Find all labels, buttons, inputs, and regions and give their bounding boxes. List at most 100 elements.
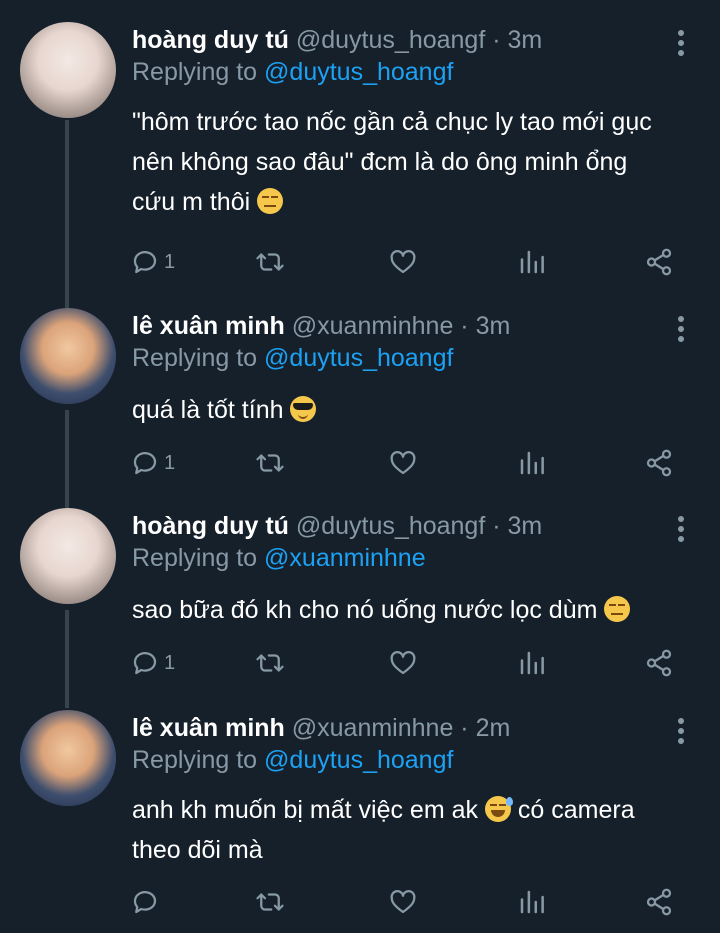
analytics-button[interactable] [517, 242, 547, 282]
replying-to: Replying to @duytus_hoangf [132, 342, 453, 374]
tweet-text-line: nên không sao đâu" đcm là do ông minh ổn… [132, 148, 628, 176]
tweet-header: hoàng duy tú @duytus_hoangf · 3m [132, 24, 542, 56]
reply-count: 1 [164, 451, 176, 474]
like-button[interactable] [388, 882, 418, 922]
tweet-actions: 1 [130, 443, 690, 483]
share-button[interactable] [644, 643, 674, 683]
tweet-text: anh kh muốn bị mất việc em ak có camera … [132, 790, 692, 870]
author-name[interactable]: lê xuân minh [132, 714, 285, 742]
share-button[interactable] [644, 242, 674, 282]
reply-button[interactable]: 1 [130, 443, 175, 483]
analytics-icon [520, 651, 544, 675]
retweet-button[interactable] [255, 882, 285, 922]
retweet-button[interactable] [255, 643, 285, 683]
retweet-button[interactable] [255, 443, 285, 483]
tweet-text-line: sao bữa đó kh cho nó uống nước lọc dùm [132, 596, 598, 624]
author-handle[interactable]: @duytus_hoangf [296, 26, 485, 54]
avatar[interactable] [20, 508, 116, 604]
timestamp[interactable]: 3m [508, 26, 543, 54]
reply-icon [133, 891, 157, 914]
tweet[interactable]: hoàng duy tú @duytus_hoangf · 3m Replyin… [0, 508, 720, 688]
reply-button[interactable] [130, 882, 164, 922]
mention-link[interactable]: @duytus_hoangf [264, 344, 453, 372]
sunglasses-emoji-icon [290, 396, 317, 422]
separator: · [485, 26, 508, 54]
reply-button[interactable]: 1 [130, 242, 175, 282]
tweet[interactable]: lê xuân minh @xuanminhne · 3m Replying t… [0, 308, 720, 488]
like-button[interactable] [388, 242, 418, 282]
replying-to: Replying to @xuanminhne [132, 542, 426, 574]
like-icon [390, 451, 416, 475]
tweet-actions: 1 [130, 242, 690, 282]
replying-to: Replying to @duytus_hoangf [132, 744, 453, 776]
more-icon[interactable] [672, 514, 690, 544]
replying-to-label: Replying to [132, 746, 265, 774]
like-button[interactable] [388, 443, 418, 483]
share-button[interactable] [644, 443, 674, 483]
expressionless-emoji-icon [257, 188, 284, 214]
reply-icon [133, 251, 157, 274]
tweet-text-line: anh kh muốn bị mất việc em ak [132, 796, 485, 824]
tweet-actions [130, 882, 690, 922]
tweet-text-line-wrap: cứu m thôi [132, 182, 692, 222]
share-icon [646, 248, 672, 276]
timestamp[interactable]: 3m [508, 512, 543, 540]
author-handle[interactable]: @xuanminhne [292, 714, 454, 742]
share-icon [646, 449, 672, 477]
sweat-smile-emoji-icon [484, 796, 513, 822]
tweet-text-line: cứu m thôi [132, 188, 251, 216]
replying-to: Replying to @duytus_hoangf [132, 56, 453, 88]
analytics-button[interactable] [517, 643, 547, 683]
author-handle[interactable]: @xuanminhne [292, 312, 454, 340]
like-button[interactable] [388, 643, 418, 683]
avatar[interactable] [20, 710, 116, 806]
tweet-text-line: quá là tốt tính [132, 396, 284, 424]
tweet-header: lê xuân minh @xuanminhne · 2m [132, 712, 510, 744]
tweet-actions: 1 [130, 643, 690, 683]
share-button[interactable] [644, 882, 674, 922]
author-name[interactable]: lê xuân minh [132, 312, 285, 340]
analytics-icon [520, 451, 544, 475]
more-icon[interactable] [672, 716, 690, 746]
mention-link[interactable]: @duytus_hoangf [264, 746, 453, 774]
tweet-text-line: có camera [510, 796, 635, 824]
avatar[interactable] [20, 308, 116, 404]
mention-link[interactable]: @xuanminhne [264, 544, 426, 572]
tweet-text-line: theo dõi mà [132, 836, 263, 864]
tweet-text: "hôm trước tao nốc gần cả chục ly tao mớ… [132, 102, 692, 222]
retweet-icon [256, 253, 284, 271]
analytics-button[interactable] [517, 443, 547, 483]
tweet[interactable]: hoàng duy tú @duytus_hoangf · 3m Replyin… [0, 22, 720, 292]
replying-to-label: Replying to [132, 58, 265, 86]
avatar[interactable] [20, 22, 116, 118]
reply-count: 1 [164, 250, 176, 273]
author-handle[interactable]: @duytus_hoangf [296, 512, 485, 540]
mention-link[interactable]: @duytus_hoangf [264, 58, 453, 86]
like-icon [390, 890, 416, 914]
more-icon[interactable] [672, 28, 690, 58]
reply-button[interactable]: 1 [130, 643, 175, 683]
retweet-button[interactable] [255, 242, 285, 282]
tweet-text-line-wrap: anh kh muốn bị mất việc em ak có camera [132, 790, 692, 830]
share-icon [646, 888, 672, 916]
analytics-button[interactable] [517, 882, 547, 922]
analytics-icon [520, 890, 544, 914]
retweet-icon [256, 654, 284, 672]
like-icon [390, 651, 416, 675]
tweet-text: sao bữa đó kh cho nó uống nước lọc dùm [132, 590, 692, 630]
analytics-icon [520, 250, 544, 274]
tweet[interactable]: lê xuân minh @xuanminhne · 2m Replying t… [0, 710, 720, 925]
author-name[interactable]: hoàng duy tú [132, 26, 289, 54]
tweet-header: hoàng duy tú @duytus_hoangf · 3m [132, 510, 542, 542]
tweet-text: quá là tốt tính [132, 390, 692, 430]
author-name[interactable]: hoàng duy tú [132, 512, 289, 540]
retweet-icon [256, 454, 284, 472]
more-icon[interactable] [672, 314, 690, 344]
timestamp[interactable]: 3m [476, 312, 511, 340]
replying-to-label: Replying to [132, 544, 265, 572]
reply-icon [133, 452, 157, 475]
tweet-text-line: "hôm trước tao nốc gần cả chục ly tao mớ… [132, 108, 652, 136]
separator: · [453, 714, 476, 742]
timestamp[interactable]: 2m [476, 714, 511, 742]
separator: · [485, 512, 508, 540]
